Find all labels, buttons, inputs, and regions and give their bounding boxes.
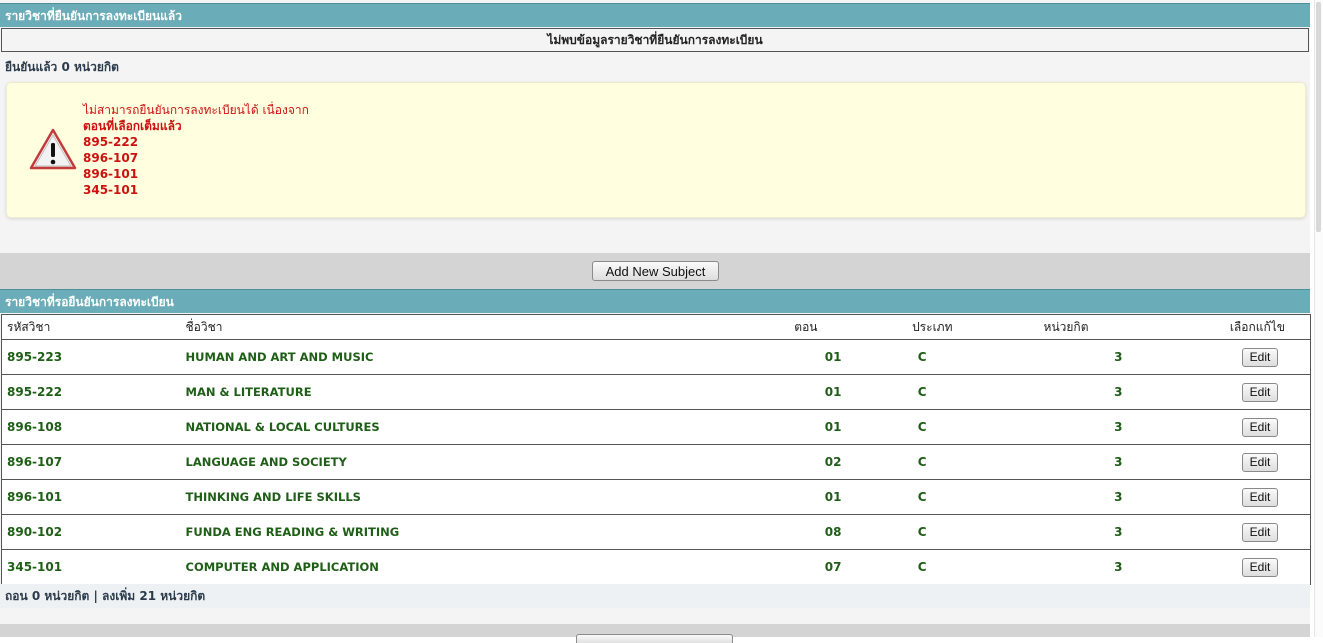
warning-course-code: 895-222 bbox=[83, 135, 139, 149]
table-row: 896-107 LANGUAGE AND SOCIETY 02 C 3 Edit bbox=[1, 444, 1311, 480]
column-header-section: ตอน bbox=[780, 314, 848, 340]
add-subject-bar: Add New Subject bbox=[0, 253, 1310, 289]
course-code: 890-102 bbox=[1, 514, 181, 550]
course-type: C bbox=[847, 549, 973, 585]
credits-totals: ถอน 0 หน่วยกิต | ลงเพิ่ม 21 หน่วยกิต bbox=[0, 584, 1310, 608]
warning-course-code: 896-107 bbox=[83, 151, 139, 165]
warning-reason-detail: ตอนที่เลือกเต็มแล้ว bbox=[83, 119, 182, 133]
course-type: C bbox=[847, 339, 973, 375]
edit-cell: Edit bbox=[1152, 339, 1311, 375]
course-section: 01 bbox=[780, 374, 848, 410]
course-name: MAN & LITERATURE bbox=[180, 374, 781, 410]
course-section: 01 bbox=[780, 339, 848, 375]
edit-cell: Edit bbox=[1152, 374, 1311, 410]
table-header-row: รหัสวิชา ชื่อวิชา ตอน ประเภท หน่วยกิต เล… bbox=[1, 314, 1311, 340]
course-name: THINKING AND LIFE SKILLS bbox=[180, 479, 781, 515]
edit-button[interactable]: Edit bbox=[1242, 487, 1278, 507]
course-code: 896-107 bbox=[1, 444, 181, 480]
course-section: 01 bbox=[780, 479, 848, 515]
course-type: C bbox=[847, 409, 973, 445]
course-code: 345-101 bbox=[1, 549, 181, 585]
table-row: 896-108 NATIONAL & LOCAL CULTURES 01 C 3… bbox=[1, 409, 1311, 445]
edit-button[interactable]: Edit bbox=[1242, 557, 1278, 577]
column-header-name: ชื่อวิชา bbox=[180, 314, 781, 340]
course-type: C bbox=[847, 514, 973, 550]
course-credits: 3 bbox=[972, 444, 1153, 480]
course-name: FUNDA ENG READING & WRITING bbox=[180, 514, 781, 550]
pending-courses-header: รายวิชาที่รอยืนยันการลงทะเบียน bbox=[0, 289, 1310, 313]
registration-page: รายวิชาที่ยืนยันการลงทะเบียนแล้ว ไม่พบข้… bbox=[0, 0, 1311, 643]
column-header-edit: เลือกแก้ไข bbox=[1152, 314, 1311, 340]
table-row: 896-101 THINKING AND LIFE SKILLS 01 C 3 … bbox=[1, 479, 1311, 515]
edit-cell: Edit bbox=[1152, 549, 1311, 585]
warning-course-code: 896-101 bbox=[83, 167, 139, 181]
edit-button[interactable]: Edit bbox=[1242, 382, 1278, 402]
edit-button[interactable]: Edit bbox=[1242, 417, 1278, 437]
column-header-type: ประเภท bbox=[847, 314, 973, 340]
edit-cell: Edit bbox=[1152, 444, 1311, 480]
table-row: 895-222 MAN & LITERATURE 01 C 3 Edit bbox=[1, 374, 1311, 410]
course-type: C bbox=[847, 444, 973, 480]
table-row: 345-101 COMPUTER AND APPLICATION 07 C 3 … bbox=[1, 549, 1311, 585]
course-type: C bbox=[847, 479, 973, 515]
scrollbar-thumb[interactable] bbox=[1316, 2, 1321, 232]
course-code: 895-223 bbox=[1, 339, 181, 375]
column-header-code: รหัสวิชา bbox=[1, 314, 181, 340]
registration-warning-box: ไม่สามารถยืนยันการลงทะเบียนได้ เนื่องจาก… bbox=[6, 82, 1306, 218]
course-credits: 3 bbox=[972, 339, 1153, 375]
warning-course-code: 345-101 bbox=[83, 183, 139, 197]
confirmed-courses-header: รายวิชาที่ยืนยันการลงทะเบียนแล้ว bbox=[0, 3, 1310, 27]
course-code: 896-108 bbox=[1, 409, 181, 445]
bottom-action-bar bbox=[0, 624, 1310, 643]
course-section: 07 bbox=[780, 549, 848, 585]
add-new-subject-button[interactable]: Add New Subject bbox=[592, 261, 719, 281]
table-row: 895-223 HUMAN AND ART AND MUSIC 01 C 3 E… bbox=[1, 339, 1311, 375]
course-name: HUMAN AND ART AND MUSIC bbox=[180, 339, 781, 375]
course-credits: 3 bbox=[972, 479, 1153, 515]
pending-courses-table: รหัสวิชา ชื่อวิชา ตอน ประเภท หน่วยกิต เล… bbox=[1, 314, 1311, 585]
edit-cell: Edit bbox=[1152, 409, 1311, 445]
course-credits: 3 bbox=[972, 374, 1153, 410]
warning-message: ไม่สามารถยืนยันการลงทะเบียนได้ เนื่องจาก… bbox=[83, 102, 309, 198]
course-section: 01 bbox=[780, 409, 848, 445]
course-section: 02 bbox=[780, 444, 848, 480]
warning-triangle-icon bbox=[29, 128, 77, 170]
course-credits: 3 bbox=[972, 549, 1153, 585]
edit-button[interactable]: Edit bbox=[1242, 347, 1278, 367]
column-header-credits: หน่วยกิต bbox=[972, 314, 1153, 340]
no-confirmed-courses-message: ไม่พบข้อมูลรายวิชาที่ยืนยันการลงทะเบียน bbox=[1, 28, 1309, 52]
table-row: 890-102 FUNDA ENG READING & WRITING 08 C… bbox=[1, 514, 1311, 550]
course-credits: 3 bbox=[972, 514, 1153, 550]
course-name: LANGUAGE AND SOCIETY bbox=[180, 444, 781, 480]
course-name: COMPUTER AND APPLICATION bbox=[180, 549, 781, 585]
confirmed-credits-summary: ยืนยันแล้ว 0 หน่วยกิต bbox=[5, 60, 119, 74]
edit-cell: Edit bbox=[1152, 479, 1311, 515]
edit-cell: Edit bbox=[1152, 514, 1311, 550]
course-code: 895-222 bbox=[1, 374, 181, 410]
course-type: C bbox=[847, 374, 973, 410]
warning-reason-line: ไม่สามารถยืนยันการลงทะเบียนได้ เนื่องจาก bbox=[83, 103, 309, 117]
course-section: 08 bbox=[780, 514, 848, 550]
edit-button[interactable]: Edit bbox=[1242, 452, 1278, 472]
bottom-action-button[interactable] bbox=[576, 634, 733, 643]
course-credits: 3 bbox=[972, 409, 1153, 445]
course-code: 896-101 bbox=[1, 479, 181, 515]
edit-button[interactable]: Edit bbox=[1242, 522, 1278, 542]
course-name: NATIONAL & LOCAL CULTURES bbox=[180, 409, 781, 445]
